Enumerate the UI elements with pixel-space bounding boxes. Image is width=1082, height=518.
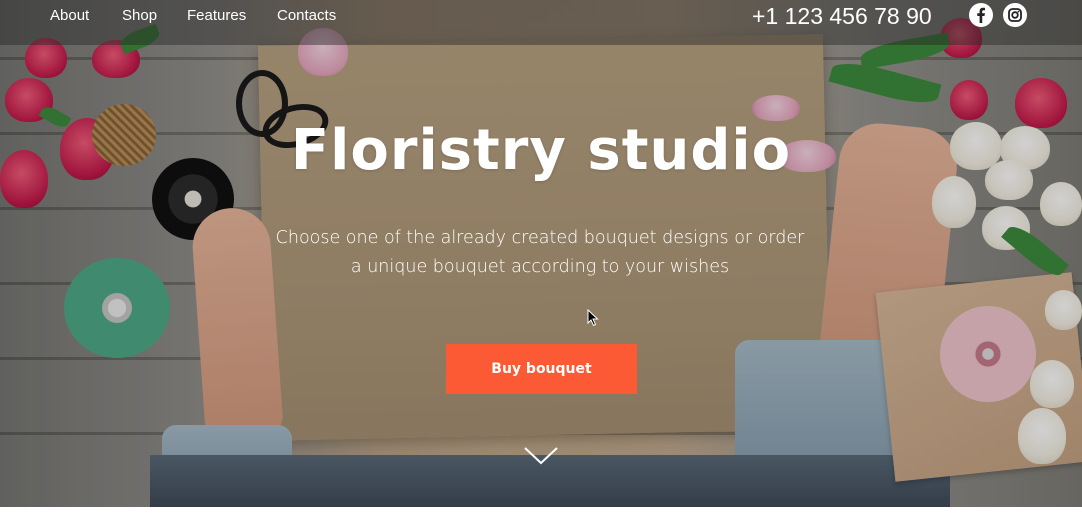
top-navbar: About Shop Features Contacts +1 123 456 …: [0, 0, 1082, 45]
facebook-icon[interactable]: [969, 3, 993, 27]
nav-link-features[interactable]: Features: [187, 6, 246, 26]
page-bottom-strip: [0, 507, 1082, 518]
page-title: Floristry studio: [290, 118, 792, 183]
instagram-icon[interactable]: [1003, 3, 1027, 27]
buy-bouquet-button[interactable]: Buy bouquet: [446, 344, 637, 394]
phone-number[interactable]: +1 123 456 78 90: [752, 2, 932, 30]
nav-link-contacts[interactable]: Contacts: [277, 6, 336, 26]
nav-link-shop[interactable]: Shop: [122, 6, 157, 26]
hero-subtitle: Choose one of the already created bouque…: [275, 228, 805, 277]
mouse-cursor-icon: [587, 308, 599, 331]
nav-link-about[interactable]: About: [50, 6, 89, 26]
hero-section: About Shop Features Contacts +1 123 456 …: [0, 0, 1082, 507]
chevron-down-icon[interactable]: [524, 446, 558, 470]
